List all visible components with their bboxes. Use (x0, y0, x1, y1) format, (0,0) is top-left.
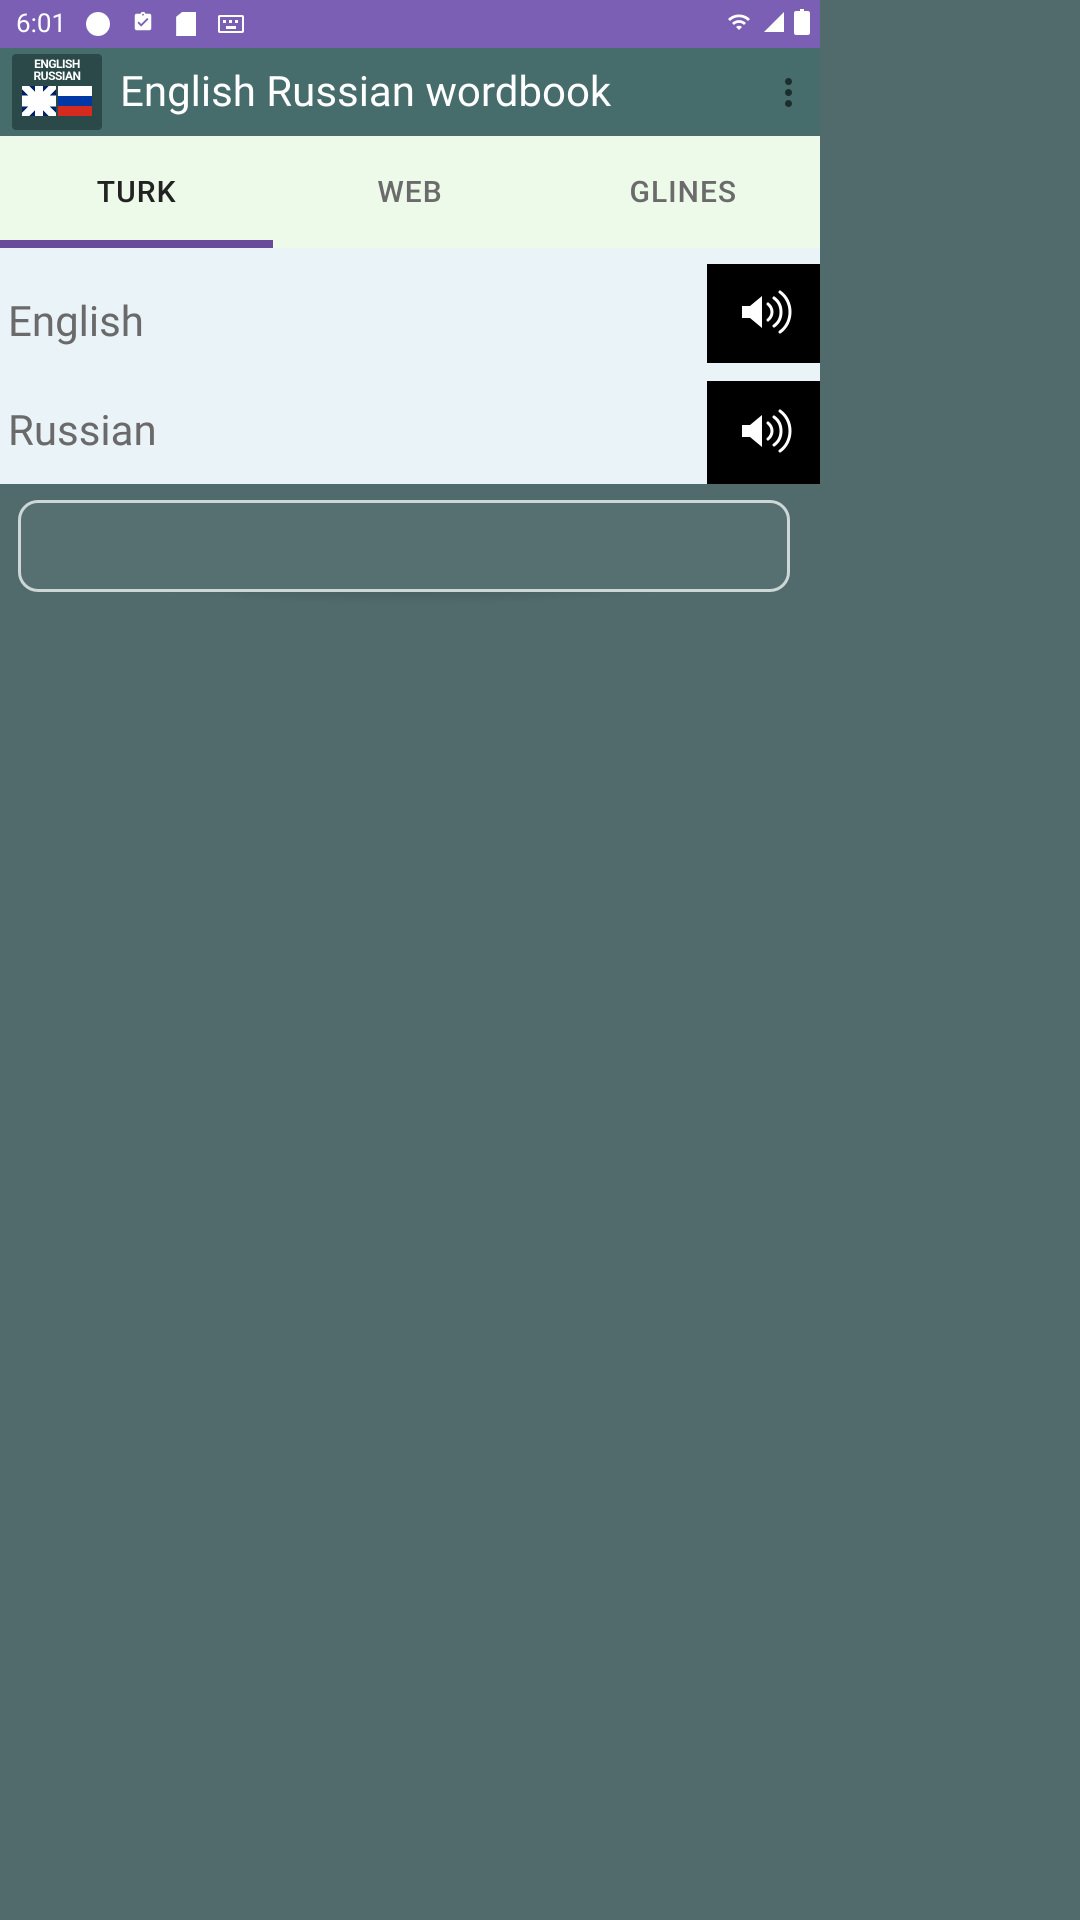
overflow-menu-button[interactable] (764, 68, 812, 116)
tab-label: TURK (97, 175, 177, 210)
language-list: English Russian (0, 248, 820, 484)
speaker-icon (736, 288, 792, 340)
status-left: 6:01 (16, 9, 244, 39)
app-title: English Russian wordbook (120, 68, 764, 117)
clipboard-check-icon (132, 9, 154, 39)
tab-turk[interactable]: TURK (0, 136, 273, 248)
flag-uk-icon (22, 86, 56, 116)
drop-shadow (0, 592, 824, 672)
tab-bar: TURK WEB GLINES (0, 136, 820, 248)
language-label: Russian (0, 381, 707, 484)
tab-glines[interactable]: GLINES (547, 136, 820, 248)
signal-icon (762, 10, 786, 38)
search-input[interactable] (18, 500, 790, 592)
tab-web[interactable]: WEB (273, 136, 546, 248)
status-time: 6:01 (16, 9, 66, 39)
tab-label: WEB (377, 175, 442, 210)
language-label: English (0, 264, 707, 381)
record-icon (86, 12, 110, 36)
logo-flags (22, 86, 92, 116)
language-row-russian: Russian (0, 381, 820, 484)
content-area (0, 484, 820, 688)
status-icons-left (86, 9, 244, 39)
wifi-icon (724, 10, 754, 38)
speaker-icon (736, 407, 792, 459)
app-header: ENGLISH RUSSIAN English Russian wordbook (0, 48, 820, 136)
status-right (724, 9, 810, 39)
status-bar: 6:01 (0, 0, 820, 48)
battery-charging-icon (794, 9, 810, 39)
speak-english-button[interactable] (707, 264, 820, 363)
tab-label: GLINES (630, 175, 738, 210)
language-row-english: English (0, 248, 820, 381)
app-logo: ENGLISH RUSSIAN (12, 54, 102, 130)
speak-russian-button[interactable] (707, 381, 820, 484)
keyboard-icon (218, 15, 244, 33)
sd-card-icon (176, 12, 196, 36)
logo-text-russian: RUSSIAN (33, 70, 80, 82)
vertical-dots-icon (785, 78, 792, 107)
flag-ru-icon (58, 86, 92, 116)
